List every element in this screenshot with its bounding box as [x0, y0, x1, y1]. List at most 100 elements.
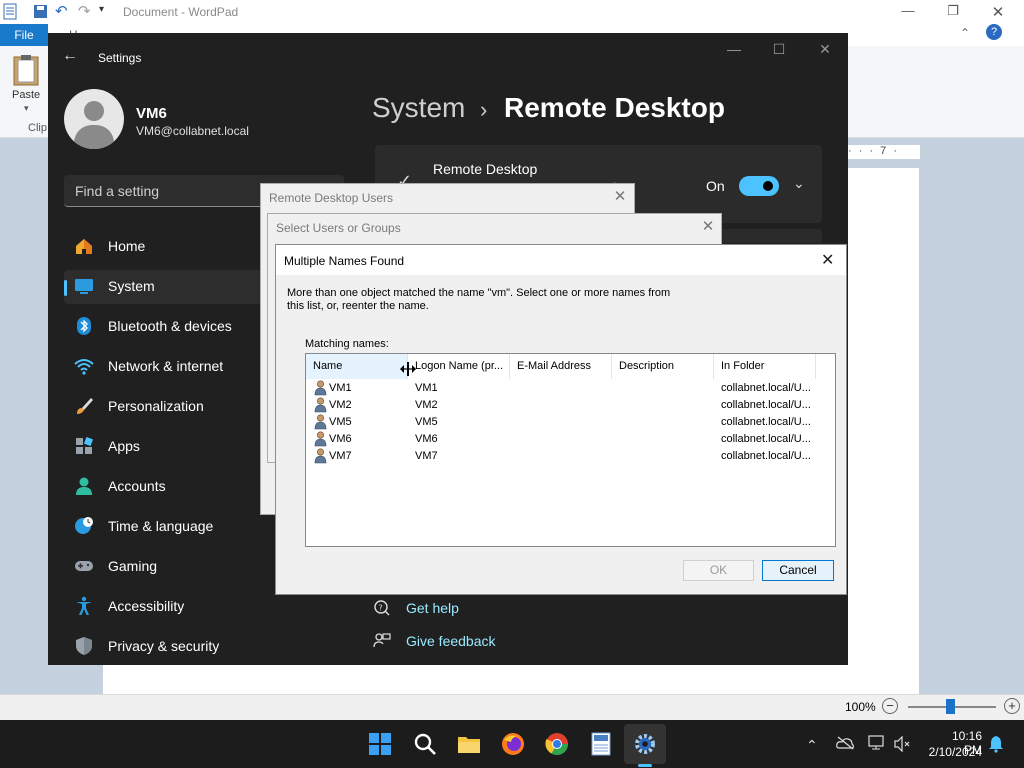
column-header-name[interactable]: Name [306, 354, 408, 379]
close-icon[interactable]: ✕ [697, 217, 719, 239]
chevron-up-icon[interactable]: ⌃ [806, 737, 818, 754]
nav-label-bluetooth: Bluetooth & devices [108, 318, 232, 334]
chrome-icon[interactable] [545, 732, 569, 756]
accessibility-icon [76, 596, 92, 615]
ribbon-minimize-icon[interactable]: ⌃ [960, 26, 970, 40]
home-icon [76, 239, 92, 254]
chevron-down-icon[interactable]: ⌄ [793, 175, 805, 192]
minimize-icon[interactable]: — [724, 41, 744, 57]
save-icon[interactable] [33, 4, 49, 20]
cell-name: VM5 [329, 416, 352, 428]
cell-logon: VM7 [415, 450, 438, 462]
paste-dropdown-icon[interactable]: ▾ [24, 103, 29, 114]
cell-logon: VM2 [415, 399, 438, 411]
list-item[interactable]: VM1 VM1 collabnet.local/U... [306, 380, 835, 397]
cell-logon: VM5 [415, 416, 438, 428]
cell-name: VM1 [329, 382, 352, 394]
clipboard-group-label: Clip [28, 122, 47, 134]
give-feedback-link[interactable]: Give feedback [406, 633, 496, 649]
search-icon[interactable] [413, 732, 437, 756]
file-explorer-icon[interactable] [457, 732, 481, 756]
cancel-button[interactable]: Cancel [762, 560, 834, 581]
nav-item-accessibility[interactable]: Accessibility [64, 590, 334, 624]
cell-logon: VM1 [415, 382, 438, 394]
user-email: VM6@collabnet.local [136, 124, 249, 138]
user-icon [314, 431, 327, 447]
user-icon [314, 380, 327, 396]
firefox-icon[interactable] [501, 732, 525, 756]
list-item[interactable]: VM5 VM5 collabnet.local/U... [306, 414, 835, 431]
nav-label-network: Network & internet [108, 358, 224, 374]
redo-icon[interactable]: ↷ [78, 2, 91, 20]
active-app-indicator [638, 764, 652, 767]
network-status-icon[interactable] [868, 735, 886, 751]
close-icon[interactable]: ✕ [815, 41, 835, 58]
column-resize-cursor-icon [400, 362, 416, 376]
nav-label-accounts: Accounts [108, 478, 166, 494]
gamepad-icon [75, 561, 93, 571]
user-icon [314, 448, 327, 464]
zoom-in-icon[interactable]: + [1004, 698, 1020, 714]
system-icon [75, 279, 93, 294]
avatar-body [74, 125, 114, 149]
column-header-email[interactable]: E-Mail Address [510, 354, 612, 379]
selected-indicator [64, 280, 67, 296]
cell-logon: VM6 [415, 433, 438, 445]
volume-muted-icon[interactable] [894, 736, 912, 752]
close-icon[interactable]: ✕ [821, 250, 834, 270]
paste-label[interactable]: Paste [12, 89, 40, 101]
zoom-out-icon[interactable]: − [882, 698, 898, 714]
clock-date[interactable]: 2/10/2024 [925, 745, 982, 759]
breadcrumb-parent[interactable]: System [372, 92, 465, 124]
ok-button[interactable]: OK [683, 560, 754, 581]
matching-names-list[interactable]: Name Logon Name (pr... E-Mail Address De… [305, 353, 836, 547]
brush-icon [77, 398, 93, 414]
paste-icon[interactable] [12, 54, 42, 86]
settings-icon[interactable] [633, 732, 657, 756]
minimize-icon[interactable]: — [898, 3, 918, 21]
feedback-icon [373, 633, 391, 648]
dialog-message: this list, or, reenter the name. [287, 300, 429, 312]
nav-item-privacy-security[interactable]: Privacy & security [64, 630, 334, 664]
restore-icon[interactable]: ❐ [943, 3, 963, 21]
user-name: VM6 [136, 105, 167, 122]
apps-icon [76, 437, 93, 454]
nav-label-system: System [108, 278, 155, 294]
file-tab[interactable]: File [0, 24, 48, 46]
column-header-in-folder[interactable]: In Folder [714, 354, 816, 379]
column-header-logon-name[interactable]: Logon Name (pr... [408, 354, 510, 379]
help-icon[interactable]: ? [986, 24, 1002, 40]
notification-bell-icon[interactable] [988, 735, 1004, 753]
list-item[interactable]: VM7 VM7 collabnet.local/U... [306, 448, 835, 465]
page-title: Remote Desktop [504, 92, 725, 123]
ruler: · · · 7 · [848, 145, 920, 159]
settings-title: Settings [98, 51, 142, 65]
dialog-message: More than one object matched the name "v… [287, 287, 671, 299]
shield-icon [76, 637, 92, 655]
bluetooth-icon [77, 317, 91, 335]
close-icon[interactable]: ✕ [609, 187, 631, 209]
zoom-slider-thumb[interactable] [946, 699, 955, 714]
get-help-link[interactable]: Get help [406, 600, 459, 616]
start-icon[interactable] [368, 732, 392, 756]
nav-label-apps: Apps [108, 438, 140, 454]
cell-name: VM7 [329, 450, 352, 462]
wordpad-icon[interactable] [589, 732, 613, 756]
close-icon[interactable]: ✕ [988, 3, 1008, 21]
wordpad-app-icon [3, 3, 17, 20]
accounts-icon [76, 477, 92, 495]
maximize-icon[interactable]: ☐ [769, 41, 789, 58]
onedrive-icon[interactable] [836, 736, 854, 750]
avatar[interactable] [64, 89, 124, 149]
remote-desktop-toggle[interactable] [739, 176, 779, 196]
back-arrow-icon[interactable]: ← [62, 47, 78, 65]
customize-quick-access-icon[interactable]: ▾ [99, 4, 104, 15]
toggle-knob [763, 181, 773, 191]
svg-text:?: ? [379, 604, 383, 613]
column-header-description[interactable]: Description [612, 354, 714, 379]
remote-desktop-state: On [706, 178, 725, 194]
list-item[interactable]: VM6 VM6 collabnet.local/U... [306, 431, 835, 448]
undo-icon[interactable]: ↶ [55, 2, 68, 20]
list-item[interactable]: VM2 VM2 collabnet.local/U... [306, 397, 835, 414]
cell-folder: collabnet.local/U... [721, 382, 811, 394]
